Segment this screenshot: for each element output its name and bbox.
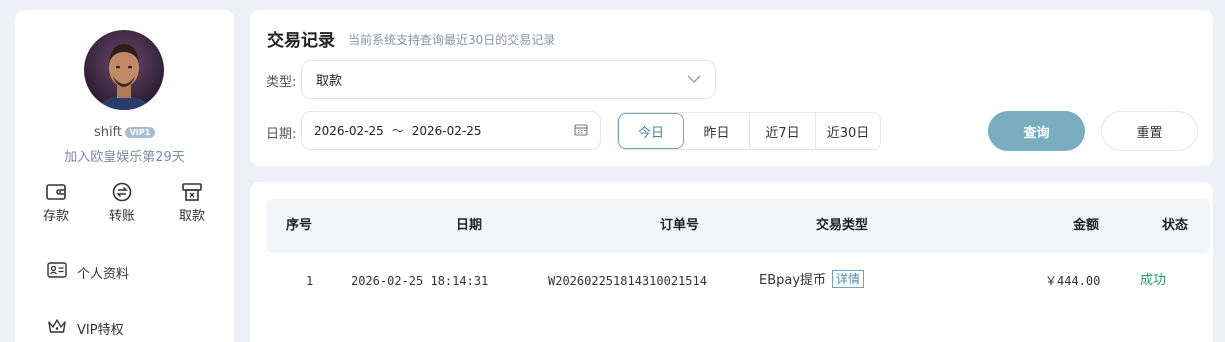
date-label: 日期:	[266, 127, 297, 142]
username: shift	[93, 125, 123, 140]
date-end[interactable]: 2026-02-25	[412, 124, 482, 138]
filter-panel: 交易记录 当前系统支持查询最近30日的交易记录 类型: 取款 日期: 2026-…	[250, 10, 1213, 166]
query-button[interactable]: 查询	[988, 111, 1085, 151]
cell-type: EBpay提币 详情	[759, 253, 865, 309]
deposit-label: 存款	[42, 209, 69, 224]
range-today-button[interactable]: 今日	[618, 113, 684, 149]
sidebar-item-label: 个人资料	[77, 266, 130, 282]
type-label: 类型:	[266, 75, 297, 90]
vip-badge: VIP1	[125, 127, 156, 138]
header-type: 交易类型	[816, 218, 869, 233]
range-yesterday-button[interactable]: 昨日	[684, 113, 750, 149]
transfer-button[interactable]: 转账	[97, 182, 147, 224]
cell-order-no: W202602251814310021514	[548, 274, 707, 288]
range-30days-button[interactable]: 近30日	[816, 113, 880, 149]
calendar-icon[interactable]	[574, 123, 588, 139]
records-panel: 序号 日期 订单号 交易类型 金额 状态 1 2026-02-25 18:14:…	[250, 182, 1213, 342]
detail-link[interactable]: 详情	[832, 270, 865, 288]
deposit-button[interactable]: 存款	[31, 182, 81, 224]
status-badge: 成功	[1140, 273, 1167, 288]
table-header: 序号 日期 订单号 交易类型 金额 状态	[266, 199, 1210, 253]
type-select[interactable]: 取款	[301, 60, 716, 99]
header-date: 日期	[456, 218, 483, 233]
date-range-picker[interactable]: 2026-02-25 ～ 2026-02-25	[301, 111, 601, 150]
withdraw-icon	[167, 182, 217, 202]
header-order-no: 订单号	[660, 218, 700, 233]
table-row: 1 2026-02-25 18:14:31 W20260225181431002…	[266, 253, 1210, 309]
sidebar: shift VIP1 加入欧皇娱乐第29天 存款 转账 取款 个人资料 VIP特…	[15, 10, 234, 342]
quick-range-group: 今日 昨日 近7日 近30日	[617, 112, 881, 150]
transfer-label: 转账	[108, 209, 135, 224]
page-title: 交易记录	[267, 31, 335, 51]
transaction-type: EBpay提币	[759, 273, 827, 288]
header-status: 状态	[1162, 218, 1189, 233]
withdraw-button[interactable]: 取款	[167, 182, 217, 224]
join-days-text: 加入欧皇娱乐第29天	[64, 150, 185, 165]
withdraw-label: 取款	[178, 209, 205, 224]
sidebar-item-profile[interactable]: 个人资料	[47, 262, 129, 282]
id-card-icon	[47, 262, 77, 282]
avatar[interactable]	[84, 30, 164, 110]
cell-amount: ￥444.00	[1045, 274, 1101, 288]
username-row: shift VIP1	[15, 125, 234, 140]
range-7days-button[interactable]: 近7日	[750, 113, 816, 149]
sidebar-item-label: VIP特权	[77, 322, 124, 338]
type-select-value: 取款	[316, 74, 343, 89]
crown-icon	[47, 318, 77, 338]
reset-button[interactable]: 重置	[1101, 111, 1198, 151]
sidebar-item-vip[interactable]: VIP特权	[47, 318, 124, 338]
date-separator: ～	[391, 124, 404, 138]
header-index: 序号	[286, 218, 313, 233]
cell-date: 2026-02-25 18:14:31	[351, 274, 489, 288]
date-start[interactable]: 2026-02-25	[314, 124, 384, 138]
chevron-down-icon	[687, 72, 701, 87]
header-amount: 金额	[1073, 218, 1100, 233]
wallet-icon	[31, 182, 81, 202]
transfer-icon	[97, 182, 147, 202]
page-subtitle: 当前系统支持查询最近30日的交易记录	[348, 33, 556, 47]
cell-index: 1	[306, 274, 314, 288]
